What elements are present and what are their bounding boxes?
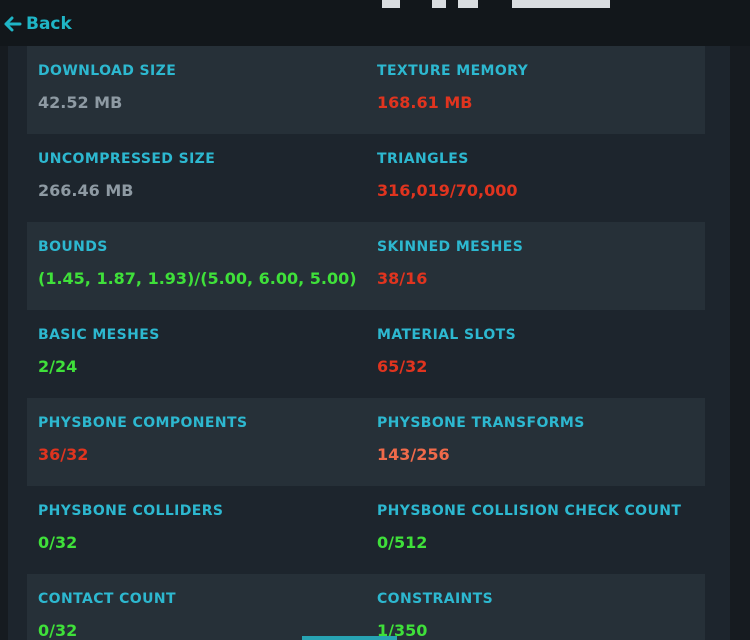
title-graphic-fragment (382, 0, 400, 8)
stat-value: 2/24 (38, 357, 78, 376)
stat-label: SKINNED MESHES (377, 239, 524, 255)
stat-label: PHYSBONE TRANSFORMS (377, 415, 585, 431)
stat-value: 36/32 (38, 445, 89, 464)
stat-row: PHYSBONE COLLIDERS 0/32 PHYSBONE COLLISI… (27, 486, 705, 574)
stat-label: BASIC MESHES (38, 327, 160, 343)
stat-label: CONSTRAINTS (377, 591, 494, 607)
stat-label: BOUNDS (38, 239, 108, 255)
stat-label: PHYSBONE COLLISION CHECK COUNT (377, 503, 682, 519)
stat-label: PHYSBONE COLLIDERS (38, 503, 224, 519)
stat-label: DOWNLOAD SIZE (38, 63, 177, 79)
stat-row: UNCOMPRESSED SIZE 266.46 MB TRIANGLES 31… (27, 134, 705, 222)
stat-value: 38/16 (377, 269, 428, 288)
stat-row: DOWNLOAD SIZE 42.52 MB TEXTURE MEMORY 16… (27, 46, 705, 134)
title-graphic-fragment (432, 0, 446, 8)
stat-label: TEXTURE MEMORY (377, 63, 529, 79)
back-button[interactable]: Back (4, 14, 72, 34)
stat-value: 0/512 (377, 533, 428, 552)
stat-value: 143/256 (377, 445, 450, 464)
stat-value: 0/32 (38, 621, 78, 640)
stat-value: 266.46 MB (38, 181, 134, 200)
stat-label: MATERIAL SLOTS (377, 327, 517, 343)
title-graphic-fragment (512, 0, 610, 8)
stat-row: BASIC MESHES 2/24 MATERIAL SLOTS 65/32 (27, 310, 705, 398)
stat-row: BOUNDS (1.45, 1.87, 1.93)/(5.00, 6.00, 5… (27, 222, 705, 310)
stat-value: 168.61 MB (377, 93, 473, 112)
scroll-indicator (302, 636, 397, 640)
stat-row: PHYSBONE COMPONENTS 36/32 PHYSBONE TRANS… (27, 398, 705, 486)
stats-list: DOWNLOAD SIZE 42.52 MB TEXTURE MEMORY 16… (27, 46, 705, 640)
back-label: Back (26, 14, 72, 34)
stat-label: TRIANGLES (377, 151, 469, 167)
arrow-left-icon (4, 15, 22, 33)
stat-value: 65/32 (377, 357, 428, 376)
stat-value: 316,019/70,000 (377, 181, 518, 200)
stat-row: CONTACT COUNT 0/32 CONSTRAINTS 1/350 (27, 574, 705, 640)
stat-value: 42.52 MB (38, 93, 123, 112)
stat-label: UNCOMPRESSED SIZE (38, 151, 216, 167)
stat-label: PHYSBONE COMPONENTS (38, 415, 248, 431)
stat-label: CONTACT COUNT (38, 591, 176, 607)
performance-stats-panel[interactable]: DOWNLOAD SIZE 42.52 MB TEXTURE MEMORY 16… (8, 46, 730, 640)
title-graphic-fragment (458, 0, 478, 8)
stat-value: 0/32 (38, 533, 78, 552)
top-bar (0, 0, 750, 46)
stat-value: (1.45, 1.87, 1.93)/(5.00, 6.00, 5.00) (38, 269, 357, 288)
